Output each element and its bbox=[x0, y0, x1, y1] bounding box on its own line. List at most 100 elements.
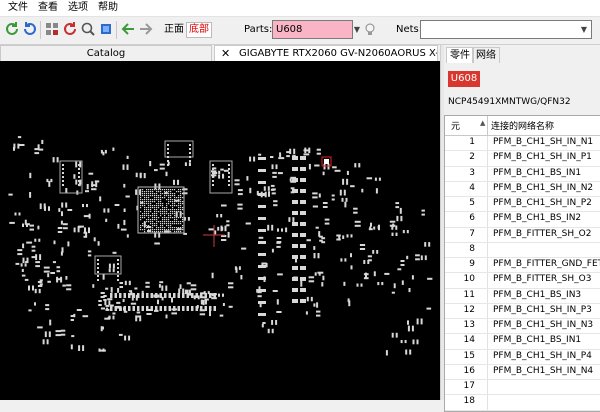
table-row[interactable]: 17 bbox=[445, 380, 600, 396]
dropdown-arrow-icon[interactable]: ▼ bbox=[352, 21, 362, 38]
table-row[interactable]: 2 PFM_B_CH1_SH_IN_P1 bbox=[445, 151, 600, 167]
table-row[interactable]: 4 PFM_B_CH1_SH_IN_N2 bbox=[445, 181, 600, 197]
tab-network[interactable]: 网络 bbox=[472, 47, 500, 63]
bga-ball bbox=[144, 209, 146, 211]
table-row[interactable]: 16 PFM_B_CH1_SH_IN_N4 bbox=[445, 364, 600, 380]
bga-ball bbox=[154, 193, 156, 195]
pcb-pad bbox=[209, 310, 211, 317]
table-row[interactable]: 5 PFM_B_CH1_SH_IN_P2 bbox=[445, 197, 600, 213]
refresh-green-icon[interactable] bbox=[4, 21, 20, 37]
pcb-pad bbox=[235, 267, 238, 273]
pcb-pad bbox=[226, 224, 230, 227]
arrow-left-icon[interactable] bbox=[120, 21, 136, 37]
menu-view[interactable]: 查看 bbox=[38, 2, 58, 14]
table-row[interactable]: 14 PFM_B_CH1_BS_IN1 bbox=[445, 334, 600, 350]
table-row[interactable]: 13 PFM_B_CH1_SH_IN_N3 bbox=[445, 319, 600, 335]
bga-ball bbox=[152, 219, 154, 221]
bga-ball bbox=[146, 189, 148, 191]
tab-catalog[interactable]: Catalog bbox=[0, 45, 212, 61]
table-row[interactable]: 1 PFM_B_CH1_SH_IN_N1 bbox=[445, 136, 600, 152]
bga-ball bbox=[158, 195, 160, 197]
front-view-button[interactable]: 正面 bbox=[162, 23, 186, 37]
pcb-pad bbox=[122, 164, 125, 170]
pcb-pad bbox=[346, 178, 349, 185]
table-row[interactable]: 8 bbox=[445, 242, 600, 258]
menu-file[interactable]: 文件 bbox=[8, 2, 28, 14]
arrow-right-icon[interactable] bbox=[138, 21, 154, 37]
board-view[interactable] bbox=[0, 61, 440, 400]
table-row[interactable]: 11 PFM_B_CH1_BS_IN3 bbox=[445, 288, 600, 304]
net-name: PFM_B_FITTER_SH_O2 bbox=[493, 228, 592, 239]
net-name: PFM_B_CH1_SH_IN_N2 bbox=[493, 182, 594, 193]
bga-ball bbox=[168, 215, 170, 217]
pcb-pad bbox=[70, 344, 73, 350]
tab-parts[interactable]: 零件 bbox=[446, 47, 474, 63]
refresh-red-icon[interactable] bbox=[62, 21, 78, 37]
pcb-pad bbox=[353, 207, 358, 210]
pcb-pad bbox=[258, 301, 266, 304]
bga-ball bbox=[176, 213, 178, 215]
pcb-pad bbox=[256, 289, 259, 293]
refresh-blue-icon[interactable] bbox=[22, 21, 38, 37]
pcb-pad bbox=[117, 267, 119, 269]
table-row[interactable]: 3 PFM_B_CH1_BS_IN1 bbox=[445, 166, 600, 182]
grid-icon[interactable] bbox=[44, 21, 60, 37]
table-row[interactable]: 12 PFM_B_CH1_SH_IN_P3 bbox=[445, 303, 600, 319]
pcb-pad bbox=[257, 295, 262, 298]
layers-icon[interactable] bbox=[98, 21, 114, 37]
bga-ball bbox=[172, 221, 174, 223]
pcb-pad bbox=[222, 293, 224, 297]
pcb-pad bbox=[211, 272, 214, 279]
table-row[interactable]: 18 bbox=[445, 395, 600, 411]
table-row[interactable]: 15 PFM_B_CH1_SH_IN_P4 bbox=[445, 349, 600, 365]
pcb-pad bbox=[88, 213, 91, 219]
zoom-icon[interactable] bbox=[80, 21, 96, 37]
pcb-pad bbox=[22, 223, 24, 227]
bga-ball bbox=[144, 225, 146, 227]
net-name: PFM_B_CH1_BS_IN2 bbox=[493, 213, 582, 224]
bga-ball bbox=[164, 189, 166, 191]
close-tab-icon[interactable]: ✕ bbox=[221, 46, 230, 61]
bga-ball bbox=[140, 197, 142, 199]
table-row[interactable]: 10 PFM_B_FITTER_SH_O3 bbox=[445, 273, 600, 289]
table-row[interactable]: 7 PFM_B_FITTER_SH_O2 bbox=[445, 227, 600, 243]
nets-input[interactable] bbox=[420, 20, 592, 39]
bga-ball bbox=[168, 217, 170, 219]
menu-options[interactable]: 选项 bbox=[68, 2, 88, 14]
column-pin[interactable]: 元 bbox=[451, 119, 460, 132]
pcb-pad bbox=[271, 328, 274, 334]
bga-ball bbox=[164, 219, 166, 221]
bga-ball bbox=[148, 209, 150, 211]
pcb-pad bbox=[342, 235, 345, 239]
parts-input[interactable]: U608 bbox=[272, 20, 353, 39]
tab-board[interactable]: ✕ GIGABYTE RTX2060 GV-N2060AORUS X-6G... bbox=[214, 45, 438, 61]
bga-ball bbox=[154, 189, 156, 191]
bga-ball bbox=[164, 211, 166, 213]
bga-ball bbox=[142, 201, 144, 203]
pcb-pad bbox=[32, 285, 34, 291]
table-row[interactable]: 6 PFM_B_CH1_BS_IN2 bbox=[445, 212, 600, 228]
bga-ball bbox=[180, 221, 182, 223]
pcb-pad bbox=[182, 192, 188, 195]
pcb-pad bbox=[123, 293, 126, 298]
menu-help[interactable]: 帮助 bbox=[98, 2, 118, 14]
bga-ball bbox=[176, 227, 178, 229]
pcb-pad bbox=[415, 254, 420, 257]
column-net[interactable]: 连接的网络名称 bbox=[491, 119, 554, 132]
pcb-pad bbox=[373, 271, 376, 277]
pcb-pad bbox=[258, 229, 266, 232]
table-row[interactable]: 9 PFM_B_FITTER_GND_FET bbox=[445, 258, 600, 274]
lightbulb-icon[interactable] bbox=[364, 23, 376, 37]
dropdown-arrow-icon[interactable]: ▼ bbox=[578, 21, 590, 38]
bga-ball bbox=[152, 229, 154, 231]
pcb-pad bbox=[105, 218, 108, 222]
pcb-layout[interactable] bbox=[0, 61, 440, 400]
bga-ball bbox=[150, 205, 152, 207]
bga-ball bbox=[152, 231, 154, 233]
pcb-pad bbox=[316, 314, 321, 317]
pcb-pad bbox=[324, 218, 330, 221]
bottom-view-button[interactable]: 底部 bbox=[186, 22, 212, 38]
bga-ball bbox=[162, 231, 164, 233]
pcb-pad bbox=[103, 208, 106, 213]
pcb-pad bbox=[29, 224, 34, 227]
